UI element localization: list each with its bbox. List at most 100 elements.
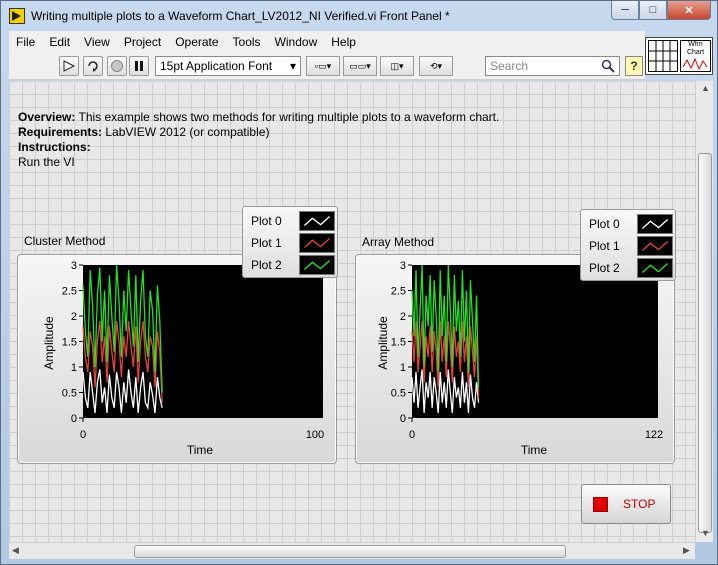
font-select-value: 15pt Application Font	[160, 59, 273, 73]
y-tick-label: 3	[400, 260, 406, 272]
vertical-scrollbar[interactable]: ▲ ▼	[695, 81, 713, 542]
plot2-swatch-icon	[299, 255, 335, 275]
menu-help[interactable]: Help	[324, 35, 363, 49]
y-tick-label: 1.5	[391, 337, 406, 349]
x-tick-label: 0	[409, 429, 415, 441]
run-continuously-button[interactable]	[83, 56, 103, 76]
y-tick-label: 3	[71, 260, 77, 272]
distribute-objects-button[interactable]: ▭▭▾	[343, 56, 377, 76]
align-objects-button[interactable]: ▫▭▾	[306, 56, 340, 76]
icon-pane[interactable]: Wfm Chart	[645, 37, 713, 75]
overview-text: This example shows two methods for writi…	[75, 110, 500, 124]
labview-window: Writing multiple plots to a Waveform Cha…	[0, 0, 718, 565]
search-input[interactable]: Search	[485, 56, 620, 76]
pause-icon	[135, 61, 143, 71]
search-placeholder: Search	[490, 59, 529, 73]
instructions-text: Run the VI	[18, 155, 75, 169]
chevron-down-icon: ▾	[289, 59, 296, 73]
y-tick-label: 0	[400, 413, 406, 425]
y-tick-label: 1.5	[62, 337, 77, 349]
run-button[interactable]	[59, 56, 79, 76]
legend-item-plot2[interactable]: Plot 2	[251, 255, 335, 275]
legend-label: Plot 0	[251, 214, 282, 228]
title-bar[interactable]: Writing multiple plots to a Waveform Cha…	[1, 1, 717, 31]
plot1-swatch-icon	[637, 236, 673, 256]
legend-item-plot1[interactable]: Plot 1	[589, 236, 673, 256]
labview-app-icon	[9, 8, 25, 24]
legend-label: Plot 0	[589, 217, 620, 231]
abort-icon	[111, 60, 123, 72]
description-text: Overview: This example shows two methods…	[18, 110, 499, 170]
array-method-plot: Amplitude Time 122 0 0.5 1 1.5 2 2.5 3 0	[376, 260, 663, 457]
legend-label: Plot 2	[251, 258, 282, 272]
menu-view[interactable]: View	[77, 35, 117, 49]
menu-bar: File Edit View Project Operate Tools Win…	[9, 31, 645, 52]
legend-item-plot1[interactable]: Plot 1	[251, 233, 335, 253]
plot1-swatch-icon	[299, 233, 335, 253]
menu-edit[interactable]: Edit	[42, 35, 77, 49]
y-tick-label: 1	[71, 362, 77, 374]
abort-button[interactable]	[107, 56, 127, 76]
cluster-method-label: Cluster Method	[24, 234, 106, 248]
menu-project[interactable]: Project	[117, 35, 168, 49]
requirements-label: Requirements:	[18, 125, 103, 139]
scroll-up-icon[interactable]: ▲	[701, 83, 710, 93]
x-max-tick: 100	[306, 429, 324, 441]
cluster-method-chart[interactable]: Amplitude Time 100 0 0.5 1 1.5 2 2.5 3 0	[17, 254, 337, 464]
connector-grid-icon	[649, 41, 677, 71]
menu-tools[interactable]: Tools	[226, 35, 268, 49]
legend-label: Plot 1	[589, 239, 620, 253]
pause-button[interactable]	[129, 56, 149, 76]
resize-objects-icon: ◫▾	[390, 60, 404, 71]
y-tick-label: 0.5	[391, 388, 406, 400]
legend-item-plot2[interactable]: Plot 2	[589, 258, 673, 278]
resize-objects-button[interactable]: ◫▾	[380, 56, 414, 76]
font-select[interactable]: 15pt Application Font ▾	[155, 56, 301, 76]
ylabel: Amplitude	[376, 316, 390, 370]
horizontal-scroll-thumb[interactable]	[134, 545, 566, 558]
scroll-right-icon[interactable]: ▶	[683, 545, 690, 556]
cluster-method-plot: Amplitude Time 100 0 0.5 1 1.5 2 2.5 3 0	[42, 260, 324, 457]
array-plot-legend[interactable]: Plot 0 Plot 1 Plot 2	[580, 209, 676, 281]
horizontal-scrollbar[interactable]: ◀ ▶	[9, 542, 695, 559]
maximize-button[interactable]: □	[639, 1, 667, 20]
toolbar: 15pt Application Font ▾ ▫▭▾ ▭▭▾ ◫▾ ⟲▾ Se…	[9, 52, 645, 80]
context-help-button[interactable]: ?	[625, 56, 643, 76]
legend-item-plot0[interactable]: Plot 0	[589, 214, 673, 234]
plot0-swatch-icon	[299, 211, 335, 231]
plot2-swatch-icon	[637, 258, 673, 278]
cluster-plot-legend[interactable]: Plot 0 Plot 1 Plot 2	[242, 206, 338, 278]
distribute-objects-icon: ▭▭▾	[349, 60, 371, 71]
window-title: Writing multiple plots to a Waveform Cha…	[31, 9, 450, 23]
vertical-scroll-thumb[interactable]	[698, 153, 712, 533]
close-button[interactable]: ✕	[667, 1, 711, 20]
scroll-left-icon[interactable]: ◀	[12, 545, 19, 556]
x-max-tick: 122	[645, 429, 663, 441]
legend-item-plot0[interactable]: Plot 0	[251, 211, 335, 231]
y-tick-label: 2	[71, 311, 77, 323]
align-objects-icon: ▫▭▾	[314, 60, 332, 71]
requirements-text: LabVIEW 2012 (or compatible)	[102, 125, 270, 139]
scroll-down-icon[interactable]: ▼	[701, 528, 710, 538]
legend-label: Plot 2	[589, 261, 620, 275]
y-tick-label: 0	[71, 413, 77, 425]
menu-file[interactable]: File	[9, 35, 42, 49]
stop-button[interactable]: STOP	[581, 484, 671, 524]
y-tick-label: 2.5	[391, 286, 406, 298]
xlabel: Time	[187, 443, 214, 457]
array-method-chart[interactable]: Amplitude Time 122 0 0.5 1 1.5 2 2.5 3 0	[355, 254, 675, 464]
plot0-swatch-icon	[637, 214, 673, 234]
reorder-icon: ⟲▾	[429, 60, 443, 71]
ylabel: Amplitude	[42, 316, 56, 370]
window-controls: ─ □ ✕	[611, 1, 711, 20]
run-arrow-icon	[63, 60, 76, 72]
front-panel[interactable]: Overview: This example shows two methods…	[9, 81, 695, 542]
menu-operate[interactable]: Operate	[168, 35, 225, 49]
minimize-button[interactable]: ─	[611, 1, 639, 20]
reorder-button[interactable]: ⟲▾	[419, 56, 453, 76]
stop-icon	[593, 496, 608, 512]
y-tick-label: 2.5	[62, 286, 77, 298]
xlabel: Time	[521, 443, 548, 457]
menu-window[interactable]: Window	[268, 35, 325, 49]
stop-button-label: STOP	[623, 497, 656, 511]
